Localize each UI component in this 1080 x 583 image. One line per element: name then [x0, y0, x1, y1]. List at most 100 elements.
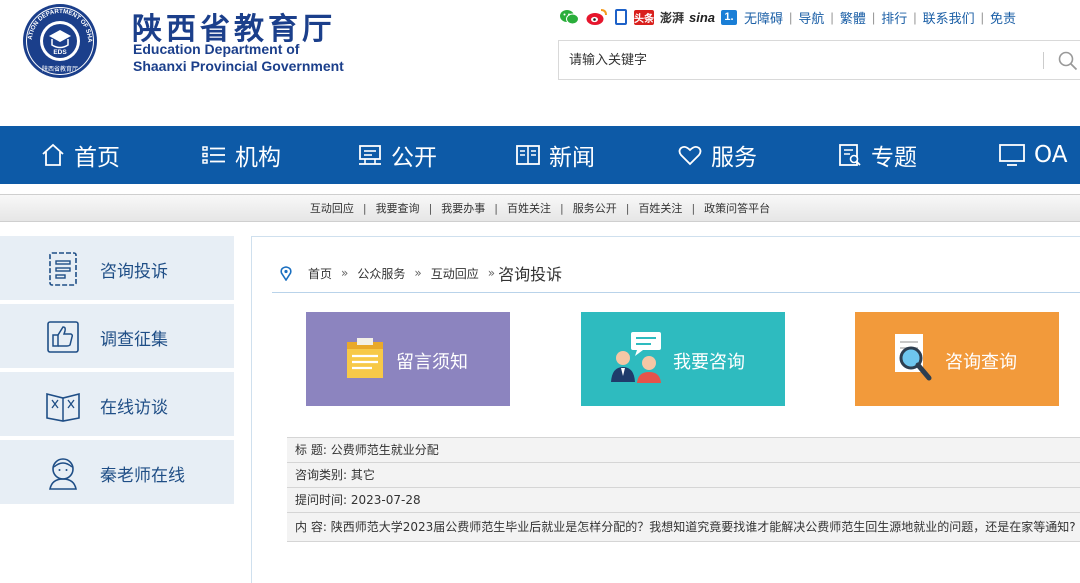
side-item-consult-label: 咨询投诉 [100, 262, 168, 282]
separator: | [789, 9, 793, 25]
nav-topics[interactable]: 专题 [837, 126, 917, 184]
nav-oa[interactable]: OA [998, 126, 1067, 184]
nav-service[interactable]: 服务 [677, 126, 757, 184]
subnav-interactive-response[interactable]: 互动回应 [310, 200, 354, 216]
nav-news[interactable]: 新闻 [515, 126, 595, 184]
main-navigation: 首页 机构 公开 新闻 服务 专题 OA [0, 126, 1080, 184]
nav-home[interactable]: 首页 [40, 126, 120, 184]
tile-ask-question-label: 我要咨询 [673, 352, 745, 373]
yidian-icon[interactable]: 1. [721, 9, 737, 25]
detail-time-value: 2023-07-28 [350, 493, 421, 507]
thumbs-up-icon [47, 321, 79, 353]
search-divider [1043, 52, 1044, 69]
detail-category-row: 咨询类别: 其它 [287, 463, 1080, 488]
side-item-interview-label: 在线访谈 [100, 398, 168, 418]
weibo-icon[interactable] [586, 8, 608, 26]
department-emblem-logo[interactable]: EDUCATION DEPARTMENT OF SHAANXI EDS 陕西省教… [22, 3, 98, 79]
detail-title-row: 标 题: 公费师范生就业分配 [287, 438, 1080, 463]
consult-icon [49, 252, 77, 286]
tile-consultation-query-label: 咨询查询 [945, 352, 1017, 373]
detail-category-value: 其它 [350, 468, 375, 482]
disclaimer-link[interactable]: 免责 [990, 8, 1016, 27]
nav-organization[interactable]: 机构 [201, 126, 281, 184]
detail-time-row: 提问时间: 2023-07-28 [287, 488, 1080, 513]
subnav-service-disclosure[interactable]: 服务公开 [573, 200, 617, 216]
nav-service-label: 服务 [711, 145, 757, 171]
divider [272, 292, 1080, 293]
separator: | [625, 201, 630, 215]
tile-ask-question[interactable]: 我要咨询 [581, 312, 785, 406]
nav-oa-label: OA [1034, 142, 1068, 168]
side-item-survey[interactable]: 调查征集 [0, 304, 234, 368]
separator: | [494, 201, 498, 215]
separator: | [830, 9, 834, 25]
ranking-link[interactable]: 排行 [881, 8, 907, 27]
breadcrumb-separator: » [487, 266, 496, 280]
notepad-icon [347, 338, 383, 378]
breadcrumb-separator: » [341, 266, 349, 280]
subnav-do-business[interactable]: 我要办事 [441, 200, 485, 216]
sina-icon[interactable]: sina [689, 8, 715, 26]
detail-title-label: 标 题: [295, 443, 327, 457]
separator: | [913, 9, 917, 25]
breadcrumb-separator: » [414, 266, 422, 280]
site-title-en-line2: Shaanxi Provincial Government [133, 58, 344, 74]
tile-message-guide[interactable]: 留言须知 [306, 312, 510, 406]
pengpai-icon[interactable]: 澎湃 [660, 8, 684, 26]
breadcrumb-interactive-response[interactable]: 互动回应 [431, 265, 479, 282]
nav-topics-label: 专题 [871, 145, 917, 171]
wechat-icon[interactable] [560, 8, 579, 26]
breadcrumb-public-service[interactable]: 公众服务 [357, 265, 405, 282]
search-icon[interactable] [1057, 50, 1079, 72]
breadcrumb: 首页 » 公众服务 » 互动回应 » 咨询投诉 [280, 261, 562, 285]
traditional-chinese-link[interactable]: 繁體 [840, 8, 866, 27]
subnav-public-concern-2[interactable]: 百姓关注 [638, 200, 682, 216]
nav-news-label: 新闻 [549, 145, 595, 171]
side-item-interview[interactable]: 在线访谈 [0, 372, 234, 436]
site-header: EDUCATION DEPARTMENT OF SHAANXI EDS 陕西省教… [0, 0, 1080, 126]
location-pin-icon [280, 265, 292, 281]
side-item-teacher-online[interactable]: 秦老师在线 [0, 440, 234, 504]
separator: | [980, 9, 985, 25]
book-icon [516, 145, 540, 165]
accessibility-link[interactable]: 无障碍 [744, 8, 783, 27]
navigation-link[interactable]: 导航 [798, 8, 824, 27]
list-icon [202, 146, 225, 164]
breadcrumb-home[interactable]: 首页 [308, 265, 332, 282]
separator: | [871, 9, 876, 25]
tile-consultation-query[interactable]: 咨询查询 [855, 312, 1059, 406]
separator: | [560, 201, 564, 215]
svg-text:EDS: EDS [53, 49, 67, 56]
open-book-icon [46, 392, 80, 422]
document-magnifier-icon [895, 334, 932, 381]
breadcrumb-current: 咨询投诉 [498, 265, 563, 284]
subnav-policy-qa[interactable]: 政策问答平台 [704, 200, 770, 216]
subnav-query[interactable]: 我要查询 [376, 200, 420, 216]
heart-icon [678, 145, 702, 166]
consultation-people-icon [611, 332, 661, 383]
detail-content-label: 内 容: [295, 520, 327, 534]
teacher-icon [49, 458, 77, 490]
nav-organization-label: 机构 [235, 145, 281, 171]
detail-category-label: 咨询类别: [295, 468, 348, 482]
nav-disclosure-label: 公开 [391, 145, 437, 171]
toutiao-icon[interactable]: 头条 [634, 9, 654, 25]
contact-us-link[interactable]: 联系我们 [923, 8, 975, 27]
tile-message-guide-label: 留言须知 [396, 352, 468, 373]
sub-navigation: 互动回应 | 我要查询 | 我要办事 | 百姓关注 | 服务公开 | 百姓关注 … [0, 194, 1080, 222]
detail-content-row: 内 容: 陕西师范大学2023届公费师范生毕业后就业是怎样分配的？我想知道究竟要… [287, 513, 1080, 542]
side-item-teacher-online-label: 秦老师在线 [100, 466, 185, 486]
detail-time-label: 提问时间: [295, 493, 348, 507]
mobile-app-icon[interactable] [615, 9, 627, 25]
nav-disclosure[interactable]: 公开 [357, 126, 437, 184]
home-icon [42, 143, 64, 166]
consultation-detail: 标 题: 公费师范生就业分配 咨询类别: 其它 提问时间: 2023-07-28… [287, 437, 1080, 542]
document-search-icon [839, 144, 861, 166]
site-title-en-line1: Education Department of [133, 41, 300, 57]
separator: | [362, 201, 367, 215]
stamp-icon [359, 145, 381, 165]
subnav-public-concern[interactable]: 百姓关注 [507, 200, 551, 216]
search-input[interactable] [569, 49, 1029, 71]
side-item-consult[interactable]: 咨询投诉 [0, 236, 234, 300]
separator: | [691, 201, 696, 215]
